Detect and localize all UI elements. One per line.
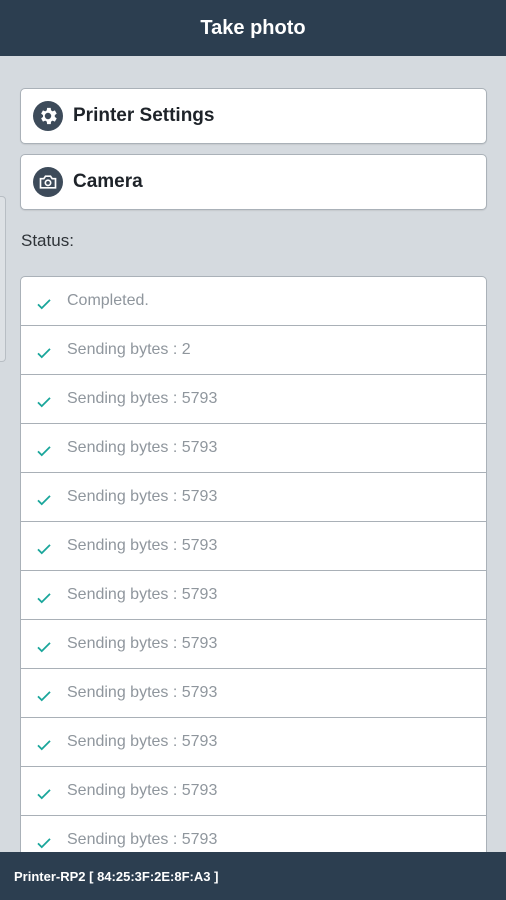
status-log-text: Sending bytes : 5793 bbox=[67, 733, 218, 750]
status-log-item: Sending bytes : 5793 bbox=[21, 473, 486, 522]
check-icon bbox=[37, 495, 51, 506]
status-log-text: Completed. bbox=[67, 292, 149, 309]
check-icon bbox=[37, 740, 51, 751]
printer-settings-label: Printer Settings bbox=[73, 105, 215, 126]
status-log-item: Sending bytes : 5793 bbox=[21, 669, 486, 718]
check-icon bbox=[37, 397, 51, 408]
side-drawer-handle[interactable] bbox=[0, 196, 6, 362]
check-icon bbox=[37, 446, 51, 457]
status-log-text: Sending bytes : 5793 bbox=[67, 684, 218, 701]
status-log-item: Completed. bbox=[21, 277, 486, 326]
status-log-text: Sending bytes : 5793 bbox=[67, 390, 218, 407]
status-log-item: Sending bytes : 5793 bbox=[21, 620, 486, 669]
status-log-item: Sending bytes : 5793 bbox=[21, 522, 486, 571]
status-log-text: Sending bytes : 5793 bbox=[67, 782, 218, 799]
camera-label: Camera bbox=[73, 171, 143, 192]
status-log-item: Sending bytes : 2 bbox=[21, 326, 486, 375]
check-icon bbox=[37, 691, 51, 702]
status-log-item: Sending bytes : 5793 bbox=[21, 571, 486, 620]
check-icon bbox=[37, 642, 51, 653]
page-title: Take photo bbox=[200, 16, 306, 39]
check-icon bbox=[37, 348, 51, 359]
connection-bar: Printer-RP2 [ 84:25:3F:2E:8F:A3 ] bbox=[0, 852, 506, 900]
check-icon bbox=[37, 544, 51, 555]
connected-printer-label: Printer-RP2 [ 84:25:3F:2E:8F:A3 ] bbox=[14, 868, 219, 884]
app-bar: Take photo bbox=[0, 0, 506, 56]
status-log-text: Sending bytes : 5793 bbox=[67, 439, 218, 456]
check-icon bbox=[37, 789, 51, 800]
camera-icon bbox=[33, 167, 63, 197]
check-icon bbox=[37, 838, 51, 849]
check-icon bbox=[37, 593, 51, 604]
gear-icon bbox=[33, 101, 63, 131]
status-log-item: Sending bytes : 5793 bbox=[21, 424, 486, 473]
status-log-item: Sending bytes : 5793 bbox=[21, 767, 486, 816]
status-log-text: Sending bytes : 5793 bbox=[67, 586, 218, 603]
status-log-list: Completed. Sending bytes : 2 Sending bytes… bbox=[20, 276, 487, 852]
status-log-item: Sending bytes : 5793 bbox=[21, 816, 486, 852]
status-log-item: Sending bytes : 5793 bbox=[21, 375, 486, 424]
status-log-text: Sending bytes : 5793 bbox=[67, 488, 218, 505]
camera-button[interactable]: Camera bbox=[20, 154, 487, 210]
check-icon bbox=[37, 299, 51, 310]
status-log-text: Sending bytes : 2 bbox=[67, 341, 191, 358]
status-heading: Status: bbox=[21, 231, 74, 250]
status-log-text: Sending bytes : 5793 bbox=[67, 537, 218, 554]
printer-settings-button[interactable]: Printer Settings bbox=[20, 88, 487, 144]
status-log-text: Sending bytes : 5793 bbox=[67, 635, 218, 652]
status-log-item: Sending bytes : 5793 bbox=[21, 718, 486, 767]
status-log-text: Sending bytes : 5793 bbox=[67, 831, 218, 848]
main-content: Printer Settings Camera Status: Complete… bbox=[0, 56, 506, 852]
